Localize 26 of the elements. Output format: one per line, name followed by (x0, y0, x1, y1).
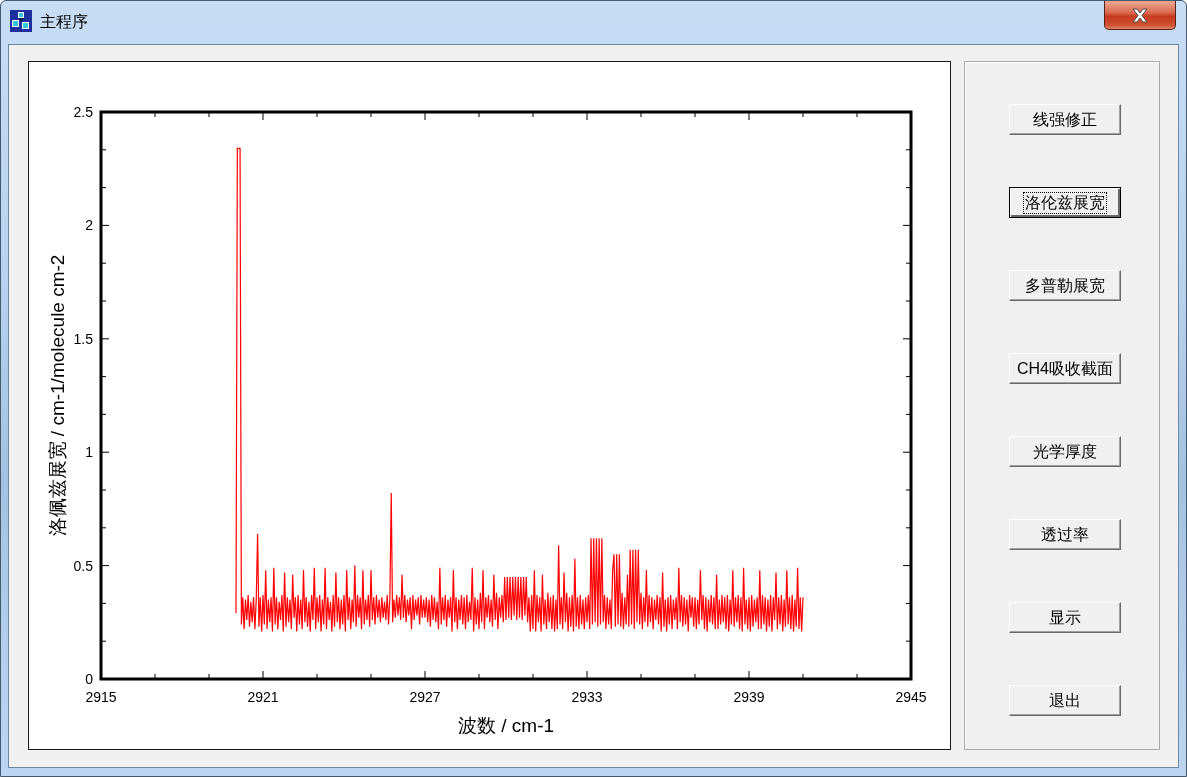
tick-label: 2.5 (73, 104, 93, 120)
tick-label: 0 (85, 671, 93, 687)
tick-label: 1.5 (73, 330, 93, 347)
tick-label: 2915 (85, 689, 117, 705)
side-button[interactable]: 洛伦兹展宽 (1009, 187, 1121, 218)
tick-label: 1 (85, 444, 93, 461)
side-button[interactable]: 光学厚度 (1009, 436, 1121, 467)
tick-label: 2939 (733, 689, 765, 705)
side-button[interactable]: 透过率 (1009, 519, 1121, 550)
tick-label: 2945 (895, 689, 927, 705)
axis-title: 波数 / cm-1 (457, 715, 555, 736)
tick-label: 0.5 (73, 557, 93, 574)
tick-label: 2921 (247, 689, 279, 705)
tick-label: 2927 (409, 689, 441, 705)
tick-label: 2 (85, 217, 93, 234)
window-title: 主程序 (40, 12, 88, 32)
tick-label: 2933 (571, 689, 603, 705)
side-button[interactable]: 多普勒展宽 (1009, 270, 1121, 301)
close-button[interactable] (1104, 1, 1176, 30)
side-button[interactable]: 退出 (1009, 685, 1121, 716)
side-button[interactable]: CH4吸收截面 (1009, 353, 1121, 384)
axis-title: 洛佩兹展宽 / cm-1/molecule cm-2 (47, 254, 68, 537)
side-button[interactable]: 显示 (1009, 602, 1121, 633)
side-button[interactable]: 线强修正 (1009, 104, 1121, 135)
close-icon (1131, 7, 1149, 23)
cubes-icon (10, 10, 32, 32)
